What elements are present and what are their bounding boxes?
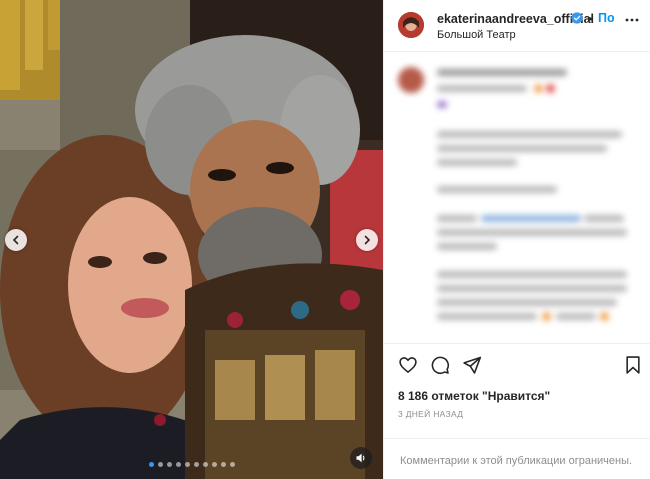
carousel-dot bbox=[211, 462, 217, 467]
likes-count[interactable]: 8 186 отметок "Нравится" bbox=[398, 389, 550, 403]
comment-icon[interactable] bbox=[430, 355, 450, 375]
post-media[interactable] bbox=[0, 0, 383, 479]
more-options-icon[interactable] bbox=[624, 12, 640, 28]
share-icon[interactable] bbox=[462, 355, 482, 375]
sound-icon bbox=[356, 453, 365, 463]
heart-icon[interactable] bbox=[398, 355, 418, 375]
chevron-right-icon bbox=[364, 235, 371, 245]
carousel-dot bbox=[148, 462, 154, 467]
carousel-prev-button[interactable] bbox=[5, 229, 27, 251]
header-separator: • bbox=[588, 12, 593, 26]
caption-avatar bbox=[398, 67, 424, 93]
avatar[interactable] bbox=[398, 12, 424, 38]
carousel-dot bbox=[175, 462, 181, 467]
verified-badge-icon bbox=[571, 12, 583, 24]
post-photo bbox=[0, 0, 383, 479]
carousel-indicator bbox=[0, 462, 383, 467]
bookmark-icon[interactable] bbox=[624, 355, 642, 375]
carousel-dot bbox=[157, 462, 163, 467]
chevron-left-icon bbox=[12, 235, 19, 245]
carousel-dot bbox=[220, 462, 226, 467]
comments-restricted-message: Комментарии к этой публикации ограничены… bbox=[400, 455, 633, 467]
sound-button[interactable] bbox=[350, 447, 372, 469]
post-actions bbox=[384, 343, 650, 387]
carousel-dot bbox=[202, 462, 208, 467]
carousel-dot bbox=[184, 462, 190, 467]
carousel-dot bbox=[229, 462, 235, 467]
caption-area bbox=[384, 53, 650, 343]
carousel-dot bbox=[193, 462, 199, 467]
carousel-dot bbox=[166, 462, 172, 467]
post-date[interactable]: 3 ДНЕЙ НАЗАД bbox=[398, 409, 463, 419]
carousel-next-button[interactable] bbox=[356, 229, 378, 251]
comment-bar: Комментарии к этой публикации ограничены… bbox=[384, 438, 650, 479]
post-details-panel: ekaterinaandreeva_official • По Большой … bbox=[383, 0, 650, 479]
avatar-image bbox=[398, 12, 424, 38]
follow-button[interactable]: По bbox=[598, 11, 615, 25]
post-header: ekaterinaandreeva_official • По Большой … bbox=[384, 0, 650, 52]
blurred-caption bbox=[384, 53, 650, 343]
location-link[interactable]: Большой Театр bbox=[437, 29, 516, 41]
